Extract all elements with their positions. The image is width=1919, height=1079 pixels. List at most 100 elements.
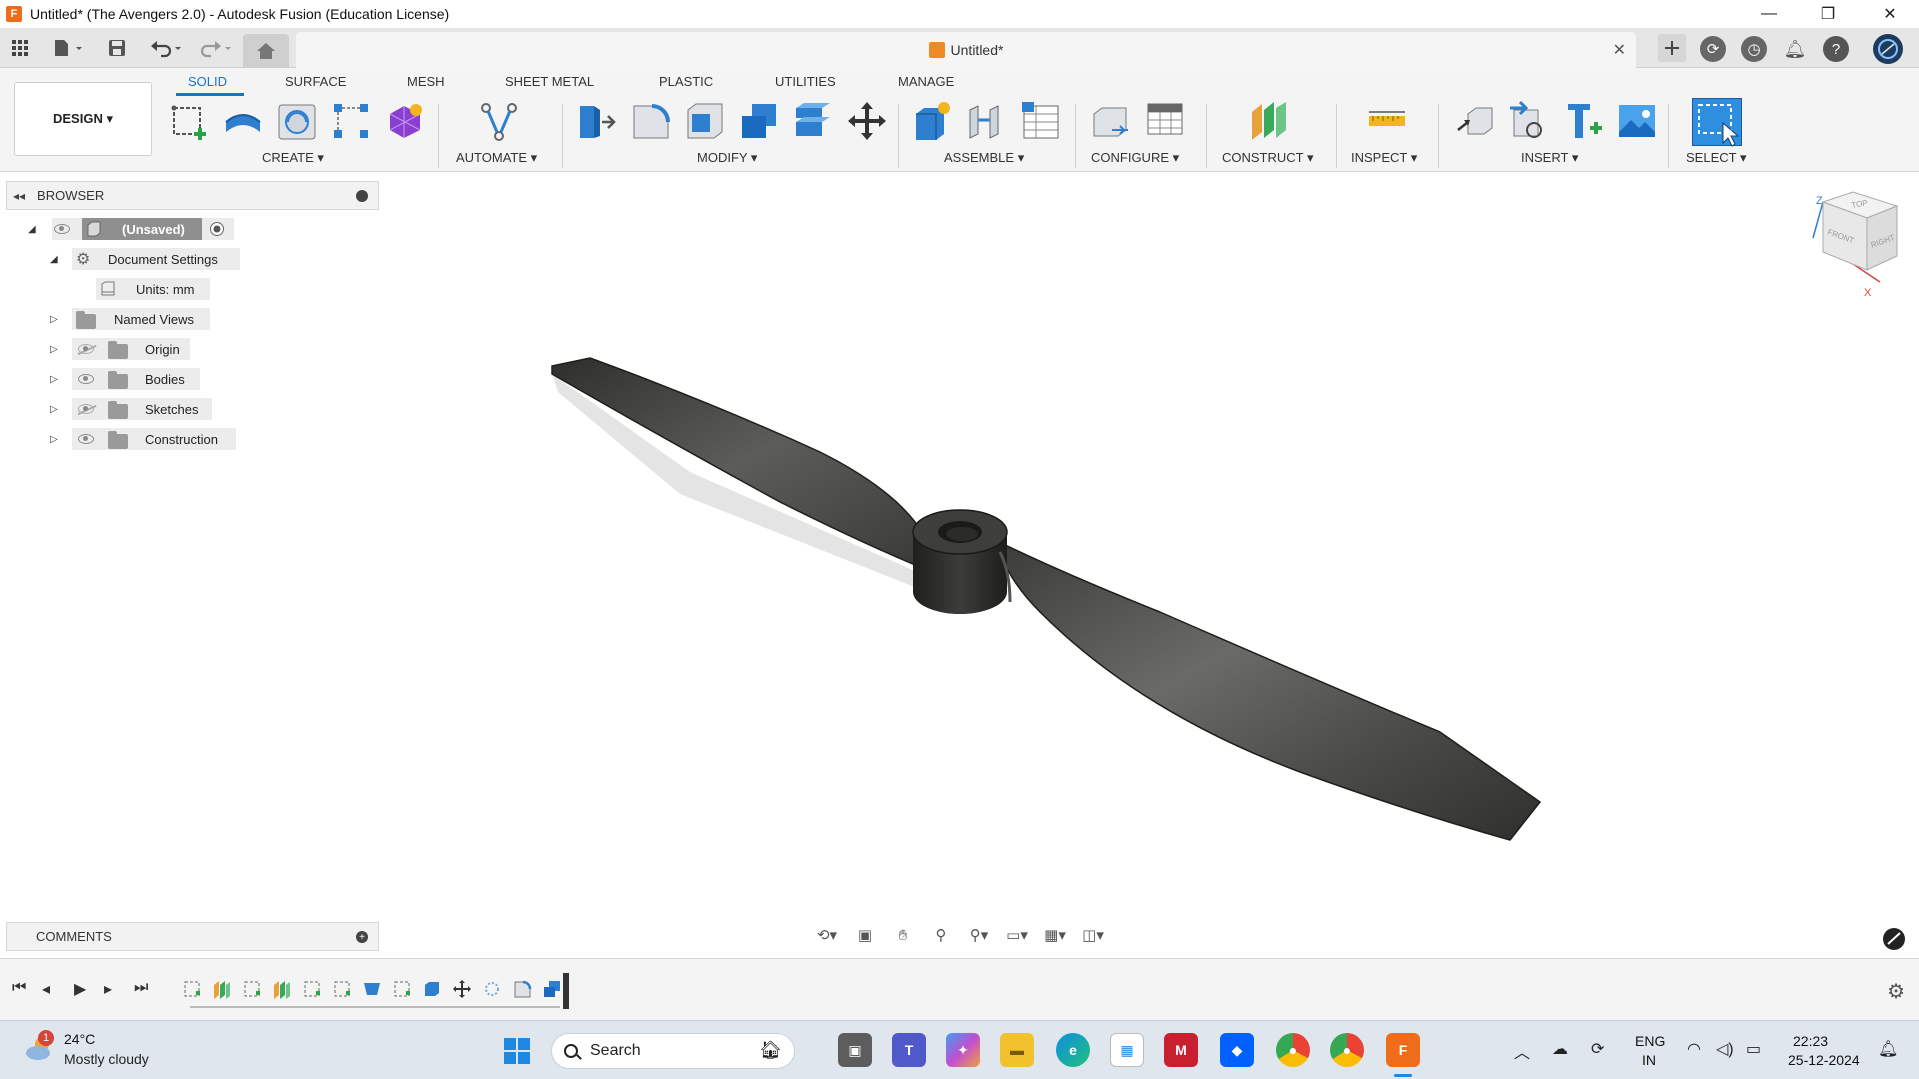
insert-derive-icon[interactable] bbox=[1454, 100, 1496, 142]
help-icon[interactable]: ? bbox=[1823, 36, 1849, 62]
timeline-marker-handle[interactable] bbox=[563, 973, 569, 1009]
inspect-group-label[interactable]: INSPECT ▾ bbox=[1351, 150, 1417, 166]
notifications-icon[interactable]: 🔔︎ bbox=[1782, 36, 1808, 62]
select-group-label[interactable]: SELECT ▾ bbox=[1686, 150, 1746, 166]
timeline-sketch-icon[interactable] bbox=[182, 979, 202, 999]
propeller-blade-left[interactable] bbox=[551, 357, 926, 569]
expand-triangle-icon[interactable]: ▷ bbox=[50, 344, 58, 355]
apps-grid-icon[interactable] bbox=[8, 34, 32, 62]
orbit-icon[interactable]: ⟲▾ bbox=[813, 923, 841, 947]
taskbar-time[interactable]: 22:23 bbox=[1793, 1033, 1828, 1049]
timeline-plane-icon[interactable] bbox=[272, 979, 292, 999]
3d-viewport[interactable]: TOP FRONT RIGHT Z X bbox=[380, 172, 1919, 958]
create-group-label[interactable]: CREATE ▾ bbox=[262, 150, 324, 166]
collapse-triangle-icon[interactable]: ◢ bbox=[50, 254, 58, 265]
pan-hand-icon[interactable]: ✋︎ bbox=[889, 923, 917, 947]
joint-icon[interactable] bbox=[966, 100, 1008, 142]
timeline-previous-icon[interactable]: ◂ bbox=[42, 979, 50, 999]
chrome-profile-a-icon[interactable]: ● bbox=[1276, 1033, 1310, 1067]
combine-icon[interactable] bbox=[738, 100, 780, 142]
tab-sheet-metal[interactable]: SHEET METAL bbox=[505, 74, 594, 89]
browser-minimize-icon[interactable] bbox=[356, 190, 368, 202]
offset-face-icon[interactable] bbox=[792, 100, 834, 142]
minimize-button[interactable]: — bbox=[1741, 0, 1797, 28]
viewports-icon[interactable]: ◫▾ bbox=[1079, 923, 1107, 947]
measure-icon[interactable] bbox=[1366, 100, 1408, 142]
teams-icon[interactable]: T bbox=[892, 1033, 926, 1067]
fit-zoom-icon[interactable]: ⚲▾ bbox=[965, 923, 993, 947]
job-status-icon[interactable]: ◷ bbox=[1741, 36, 1767, 62]
new-component-icon[interactable] bbox=[912, 100, 954, 142]
select-icon[interactable] bbox=[1692, 98, 1742, 147]
fillet-icon[interactable] bbox=[630, 100, 672, 142]
move-copy-icon[interactable] bbox=[846, 100, 888, 142]
timeline-first-icon[interactable]: ⏮ bbox=[12, 979, 26, 997]
grid-settings-icon[interactable]: ▦▾ bbox=[1041, 923, 1069, 947]
workspace-switcher-button[interactable]: DESIGN ▾ bbox=[14, 82, 152, 156]
timeline-extrude-icon[interactable] bbox=[422, 979, 442, 999]
weather-temperature[interactable]: 24°C bbox=[64, 1031, 95, 1047]
maximize-button[interactable]: ❐ bbox=[1800, 0, 1856, 28]
file-explorer-icon[interactable]: ▬ bbox=[1000, 1033, 1034, 1067]
volume-icon[interactable]: ◁) bbox=[1716, 1039, 1734, 1059]
activate-radio-icon[interactable] bbox=[209, 221, 225, 237]
add-comment-icon[interactable]: + bbox=[356, 931, 368, 943]
construct-group-label[interactable]: CONSTRUCT ▾ bbox=[1222, 150, 1314, 166]
timeline-move-icon[interactable] bbox=[452, 979, 472, 999]
offset-plane-icon[interactable] bbox=[1248, 100, 1290, 142]
configure-icon[interactable] bbox=[1090, 100, 1132, 142]
timeline-loft-icon[interactable] bbox=[362, 979, 382, 999]
timeline-sketch-icon[interactable] bbox=[302, 979, 322, 999]
shell-icon[interactable] bbox=[684, 100, 726, 142]
tab-manage[interactable]: MANAGE bbox=[898, 74, 954, 89]
chrome-profile-m-icon[interactable]: ● bbox=[1330, 1033, 1364, 1067]
file-menu-icon[interactable] bbox=[48, 34, 88, 62]
automate-icon[interactable] bbox=[478, 100, 520, 142]
modify-group-label[interactable]: MODIFY ▾ bbox=[697, 150, 757, 166]
automate-group-label[interactable]: AUTOMATE ▾ bbox=[456, 150, 537, 166]
windows-start-icon[interactable] bbox=[503, 1037, 531, 1065]
root-visibility-eye-icon[interactable] bbox=[54, 224, 70, 234]
timeline-play-icon[interactable]: ▶ bbox=[74, 979, 86, 999]
insert-group-label[interactable]: INSERT ▾ bbox=[1521, 150, 1578, 166]
configure-group-label[interactable]: CONFIGURE ▾ bbox=[1091, 150, 1179, 166]
timeline-sketch-icon[interactable] bbox=[242, 979, 262, 999]
fusion-taskbar-icon[interactable]: F bbox=[1386, 1033, 1420, 1067]
user-avatar[interactable] bbox=[1873, 34, 1903, 64]
form-icon[interactable] bbox=[384, 100, 426, 142]
look-at-icon[interactable]: ▣ bbox=[851, 923, 879, 947]
dropbox-icon[interactable]: ◆ bbox=[1220, 1033, 1254, 1067]
timeline-fillet-icon[interactable] bbox=[512, 979, 532, 999]
timeline-combine-icon[interactable] bbox=[542, 979, 562, 999]
wifi-icon[interactable]: ◠ bbox=[1687, 1039, 1701, 1059]
sync-icon[interactable]: ⟳ bbox=[1591, 1039, 1604, 1059]
visibility-eye-icon[interactable] bbox=[78, 374, 94, 384]
display-settings-icon[interactable]: ▭▾ bbox=[1003, 923, 1031, 947]
task-view-icon[interactable]: ▣ bbox=[838, 1033, 872, 1067]
mcafee-icon[interactable]: M bbox=[1164, 1033, 1198, 1067]
extrude-icon[interactable] bbox=[222, 100, 264, 142]
taskbar-date[interactable]: 25-12-2024 bbox=[1788, 1052, 1860, 1068]
show-hidden-icons-icon[interactable]: ︿ bbox=[1514, 1039, 1530, 1063]
timeline-sketch-icon[interactable] bbox=[332, 979, 352, 999]
insert-mesh-icon[interactable] bbox=[1508, 100, 1550, 142]
battery-icon[interactable]: ▭ bbox=[1746, 1039, 1761, 1059]
insert-canvas-icon[interactable] bbox=[1616, 100, 1658, 142]
microsoft-store-icon[interactable]: ▦ bbox=[1110, 1033, 1144, 1067]
insert-mcmaster-icon[interactable] bbox=[1562, 100, 1604, 142]
bill-of-materials-icon[interactable] bbox=[1020, 100, 1062, 142]
new-tab-icon[interactable] bbox=[1658, 34, 1686, 62]
input-region[interactable]: IN bbox=[1642, 1052, 1656, 1068]
document-tab[interactable]: Untitled* ✕ bbox=[296, 32, 1636, 68]
assemble-group-label[interactable]: ASSEMBLE ▾ bbox=[944, 150, 1024, 166]
timeline-next-icon[interactable]: ▸ bbox=[104, 979, 112, 999]
tab-surface[interactable]: SURFACE bbox=[285, 74, 346, 89]
home-icon[interactable] bbox=[243, 34, 289, 68]
extensions-icon[interactable]: ⟳ bbox=[1700, 36, 1726, 62]
close-tab-button[interactable]: ✕ bbox=[1613, 40, 1626, 60]
weather-description[interactable]: Mostly cloudy bbox=[64, 1051, 149, 1067]
tab-utilities[interactable]: UTILITIES bbox=[775, 74, 836, 89]
redo-icon[interactable] bbox=[196, 34, 236, 62]
copilot-icon[interactable]: ✦ bbox=[946, 1033, 980, 1067]
viewcube[interactable]: TOP FRONT RIGHT Z X bbox=[1812, 191, 1899, 299]
